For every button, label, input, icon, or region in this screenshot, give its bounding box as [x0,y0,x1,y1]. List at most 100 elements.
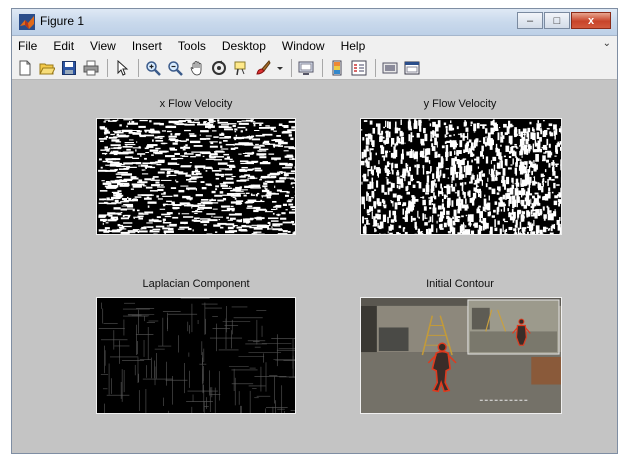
noise-pixel [430,131,434,135]
title-bar[interactable]: Figure 1 – □ x [12,9,617,36]
noise-pixel [492,156,497,161]
noise-pixel [519,221,522,229]
noise-pixel [123,119,133,121]
axes-x-flow-velocity[interactable] [96,118,296,235]
noise-pixel [431,146,436,151]
noise-pixel [468,147,470,154]
toolbar-separator [291,58,292,77]
print-button[interactable] [81,58,101,78]
noise-pixel [233,136,245,140]
menu-overflow-icon[interactable]: ⌄ [603,38,611,49]
open-file-button[interactable] [37,58,57,78]
noise-pixel [500,144,502,147]
noise-pixel [280,172,283,174]
figure-canvas: x Flow Velocity y Flow Velocity Laplacia… [12,81,617,453]
noise-pixel [372,127,376,134]
noise-pixel [542,155,546,162]
noise-pixel [256,219,263,221]
noise-pixel [166,200,172,203]
legend-button[interactable] [349,58,369,78]
noise-pixel [486,203,490,209]
noise-pixel [105,222,109,224]
menu-edit[interactable]: Edit [45,39,82,53]
noise-pixel [240,162,248,165]
noise-pixel [466,141,470,147]
noise-pixel [226,193,237,195]
menu-view[interactable]: View [82,39,124,53]
noise-pixel [122,151,130,154]
noise-pixel [110,144,121,147]
noise-pixel [511,177,514,183]
axes-initial-contour[interactable] [360,297,562,414]
noise-pixel [100,166,103,169]
axes-y-flow-velocity[interactable] [360,118,562,235]
noise-pixel [443,222,447,228]
noise-pixel [118,146,122,149]
noise-pixel [547,228,550,231]
noise-pixel [559,232,561,234]
show-plot-tools-button[interactable] [402,58,422,78]
noise-pixel [137,153,146,155]
colorbar-button[interactable] [327,58,347,78]
noise-pixel [232,124,236,128]
noise-pixel [377,222,379,228]
noise-pixel [234,147,239,149]
noise-pixel [114,168,118,171]
noise-pixel [542,120,545,122]
maximize-button[interactable]: □ [544,12,570,29]
pan-button[interactable] [187,58,207,78]
brush-button[interactable] [253,58,273,78]
noise-pixel [261,226,269,229]
menu-desktop[interactable]: Desktop [214,39,274,53]
link-plot-button[interactable] [296,58,316,78]
menu-help[interactable]: Help [333,39,374,53]
noise-pixel [100,140,104,142]
minimize-button[interactable]: – [517,12,543,29]
noise-pixel [374,228,376,233]
noise-pixel [282,230,288,233]
noise-pixel [398,225,402,229]
noise-pixel [152,228,161,231]
noise-pixel [391,163,393,171]
noise-pixel [501,202,505,207]
noise-pixel [547,213,551,221]
menu-insert[interactable]: Insert [124,39,170,53]
noise-pixel [220,145,223,148]
noise-pixel [526,177,529,181]
noise-pixel [560,164,561,171]
noise-pixel [375,152,377,156]
noise-pixel [528,145,532,150]
noise-pixel [366,196,368,201]
menu-window[interactable]: Window [274,39,333,53]
menu-tools[interactable]: Tools [170,39,214,53]
noise-pixel [485,136,489,138]
noise-pixel [520,141,522,144]
data-cursor-button[interactable] [231,58,251,78]
menu-file[interactable]: File [12,39,45,53]
pointer-button[interactable] [112,58,132,78]
save-button[interactable] [59,58,79,78]
hide-plot-tools-button[interactable] [380,58,400,78]
rotate-3d-button[interactable] [209,58,229,78]
axes-laplacian-component[interactable] [96,297,296,414]
zoom-out-button[interactable] [165,58,185,78]
close-button[interactable]: x [571,12,611,29]
noise-pixel [530,215,535,217]
noise-pixel [482,206,486,212]
brush-dropdown-button[interactable] [275,58,285,78]
noise-pixel [371,182,374,189]
noise-pixel [370,148,374,151]
noise-pixel [119,163,125,166]
noise-pixel [542,206,545,211]
noise-pixel [273,139,282,141]
noise-pixel [113,207,121,210]
noise-pixel [447,177,450,179]
noise-pixel [109,147,111,150]
noise-pixel [411,195,415,198]
zoom-in-button[interactable] [143,58,163,78]
noise-pixel [251,135,255,138]
noise-pixel [208,119,214,121]
noise-pixel [135,162,142,165]
figure-toolbar [12,56,617,80]
new-figure-button[interactable] [15,58,35,78]
